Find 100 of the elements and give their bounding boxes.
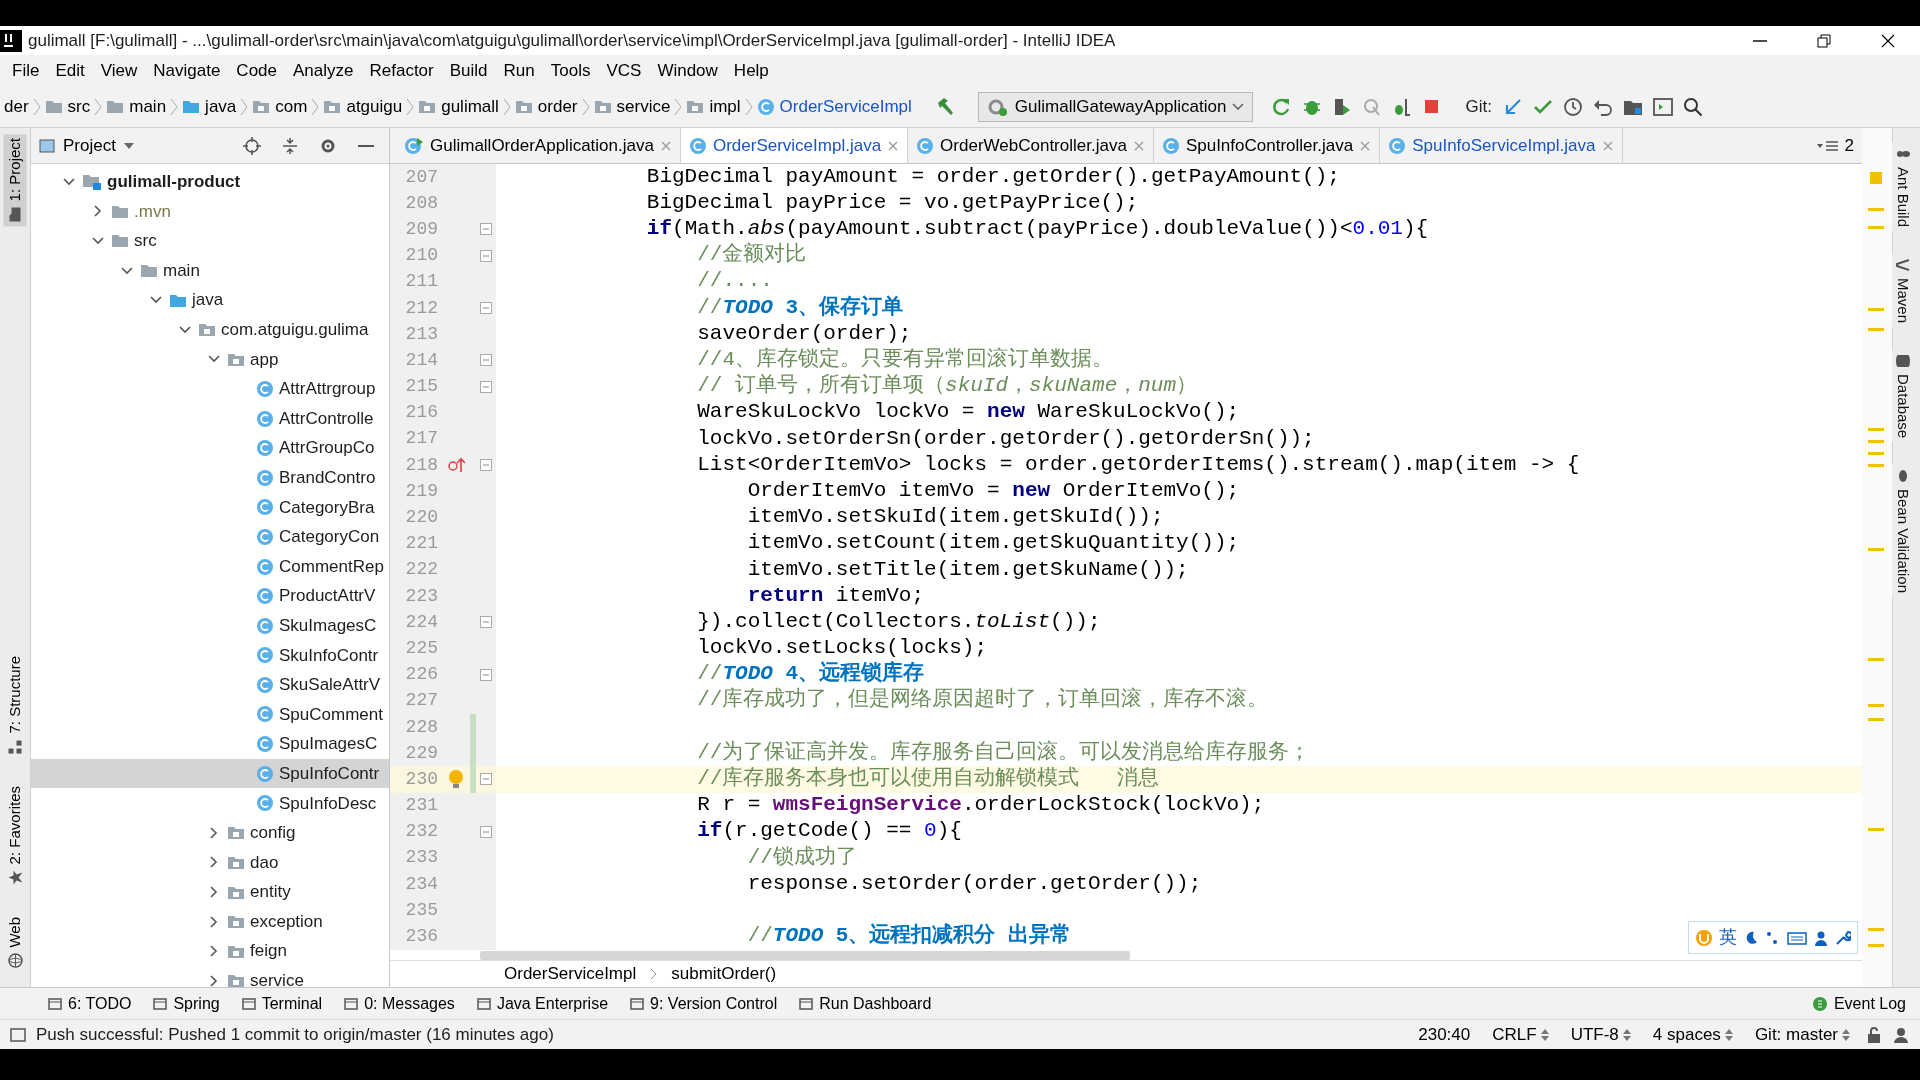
status-item[interactable]: UTF-8 [1564, 1021, 1637, 1048]
tree-item[interactable]: SpuImagesC [31, 729, 389, 759]
tree-item[interactable]: src [31, 226, 389, 256]
menu-item[interactable]: View [92, 55, 146, 86]
git-label: Git: [1465, 95, 1492, 118]
tree-item[interactable]: CategoryCon [31, 522, 389, 552]
tree-item[interactable]: gulimall-product [31, 167, 389, 197]
event-log-button[interactable]: Event Log [1803, 991, 1920, 1016]
breadcrumb-item[interactable]: atguigu [319, 93, 407, 120]
tree-item[interactable]: entity [31, 877, 389, 907]
code-line: response.setOrder(order.getOrder()); [746, 870, 1202, 897]
tree-item[interactable]: config [31, 818, 389, 848]
tree-item[interactable]: SkuImagesC [31, 610, 389, 641]
breadcrumb-item[interactable]: impl [682, 93, 745, 120]
ime-toolbar[interactable]: 英 [1688, 921, 1858, 954]
editor-tab[interactable]: GulimallOrderApplication.java [396, 128, 681, 163]
tree-item[interactable]: SkuSaleAttrV [31, 670, 389, 700]
status-item[interactable]: Git: master [1748, 1021, 1856, 1048]
breadcrumb-item[interactable]: OrderServiceImpl [752, 93, 916, 120]
code-line: itemVo.setTitle(item.getSkuName()); [746, 556, 1189, 583]
menu-item[interactable]: Analyze [285, 55, 362, 86]
breadcrumb-item[interactable]: order [510, 93, 582, 120]
tree-item[interactable]: BrandContro [31, 462, 389, 493]
menu-item[interactable]: Code [228, 55, 285, 86]
menu-item[interactable]: Help [725, 55, 777, 86]
tool-window-button[interactable]: Terminal [233, 991, 337, 1016]
line-number: 234 [404, 872, 439, 896]
code-line: OrderItemVo itemVo = new OrderItemVo(); [746, 477, 1240, 504]
menu-item[interactable]: Window [649, 55, 726, 86]
editor-tab[interactable]: SpuInfoController.java [1153, 128, 1381, 163]
menu-item[interactable]: Build [441, 55, 496, 86]
project-view-dropdown[interactable]: Project [39, 132, 134, 159]
breadcrumb-item[interactable]: main [102, 93, 171, 120]
tree-item[interactable]: app [31, 344, 389, 375]
menu-item[interactable]: Run [495, 55, 543, 86]
status-item[interactable]: CRLF [1486, 1021, 1555, 1048]
breadcrumb-item[interactable]: der [0, 93, 33, 120]
tab-list-button[interactable]: 2 [1808, 128, 1862, 163]
status-item[interactable]: 230:40 [1412, 1021, 1477, 1048]
tree-item[interactable]: exception [31, 906, 389, 937]
tree-item[interactable]: java [31, 285, 389, 315]
line-number: 229 [404, 741, 439, 765]
tree-item[interactable]: AttrControlle [31, 403, 389, 434]
breadcrumb-item[interactable]: gulimall [414, 93, 503, 120]
tree-item[interactable]: SpuInfoContr [31, 758, 389, 789]
menu-item[interactable]: Refactor [361, 55, 442, 86]
line-number: 217 [404, 427, 439, 451]
tree-item[interactable]: dao [31, 847, 389, 878]
editor-tab[interactable]: OrderWebController.java [908, 128, 1154, 163]
run-configuration-dropdown[interactable]: GulimallGatewayApplication [977, 91, 1254, 122]
tree-item[interactable]: ProductAttrV [31, 581, 389, 611]
code-line: lockVo.setLocks(locks); [696, 635, 988, 661]
menu-item[interactable]: Edit [47, 55, 93, 86]
line-number: 222 [404, 558, 439, 582]
line-number: 235 [404, 898, 439, 922]
tool-window-button[interactable]: 1: Project [3, 134, 27, 227]
breadcrumb-item[interactable]: OrderServiceImpl [500, 961, 641, 987]
tree-item[interactable]: AttrAttrgroup [31, 374, 389, 404]
tool-window-button[interactable]: 2: Favorites [3, 782, 27, 890]
code-line: }).collect(Collectors.toList()); [696, 608, 1101, 635]
tool-window-button[interactable]: 0: Messages [336, 991, 469, 1016]
tree-item[interactable]: service [31, 966, 389, 987]
tool-window-button[interactable]: Run Dashboard [791, 991, 946, 1016]
tool-window-button[interactable]: 9: Version Control [622, 991, 792, 1016]
code-line: List<OrderItemVo> locks = order.getOrderItems().stream().map(item -> { [696, 451, 1580, 478]
tree-item[interactable]: CategoryBra [31, 492, 389, 523]
menu-item[interactable]: File [4, 55, 48, 86]
code-line: //TODO 3、保存订单 [696, 294, 904, 321]
tree-item[interactable]: feign [31, 936, 389, 967]
line-number: 224 [404, 610, 439, 634]
menu-item[interactable]: VCS [598, 55, 650, 86]
tree-item[interactable]: SpuInfoDesc [31, 788, 389, 819]
breadcrumb-item[interactable]: src [40, 93, 95, 120]
breadcrumb-item[interactable]: service [589, 93, 675, 120]
tool-window-button[interactable]: 6: TODO [40, 991, 146, 1016]
breadcrumb-item[interactable]: submitOrder() [667, 961, 781, 987]
editor-tab[interactable]: SpuInfoServiceImpl.java [1380, 128, 1623, 163]
tool-window-button[interactable]: Web [3, 913, 27, 973]
line-number: 228 [404, 715, 439, 739]
code-line: //库存服务本身也可以使用自动解锁模式 消息 [696, 766, 1160, 792]
breadcrumb-item[interactable]: com [248, 93, 312, 120]
tree-item[interactable]: SpuComment [31, 699, 389, 730]
tree-item[interactable]: main [31, 255, 389, 286]
menu-item[interactable]: Navigate [145, 55, 229, 86]
code-line: //金额对比 [696, 242, 807, 269]
tree-item[interactable]: SkuInfoContr [31, 640, 389, 671]
tool-window-button[interactable]: Spring [145, 991, 234, 1016]
tool-window-button[interactable]: 7: Structure [3, 651, 27, 759]
tree-item[interactable]: .mvn [31, 196, 389, 227]
tree-item[interactable]: AttrGroupCo [31, 433, 389, 463]
tree-item[interactable]: CommentRep [31, 551, 389, 582]
editor-tab[interactable]: OrderServiceImpl.java [680, 128, 909, 163]
status-item[interactable]: 4 spaces [1646, 1021, 1739, 1048]
code-line: //.... [696, 268, 773, 295]
menu-item[interactable]: Tools [542, 55, 599, 86]
code-line: saveOrder(order); [696, 320, 912, 347]
tree-item[interactable]: com.atguigu.gulima [31, 314, 389, 345]
tool-window-button[interactable]: Java Enterprise [468, 991, 623, 1016]
code-line: return itemVo; [746, 582, 925, 609]
breadcrumb-item[interactable]: java [178, 93, 241, 120]
